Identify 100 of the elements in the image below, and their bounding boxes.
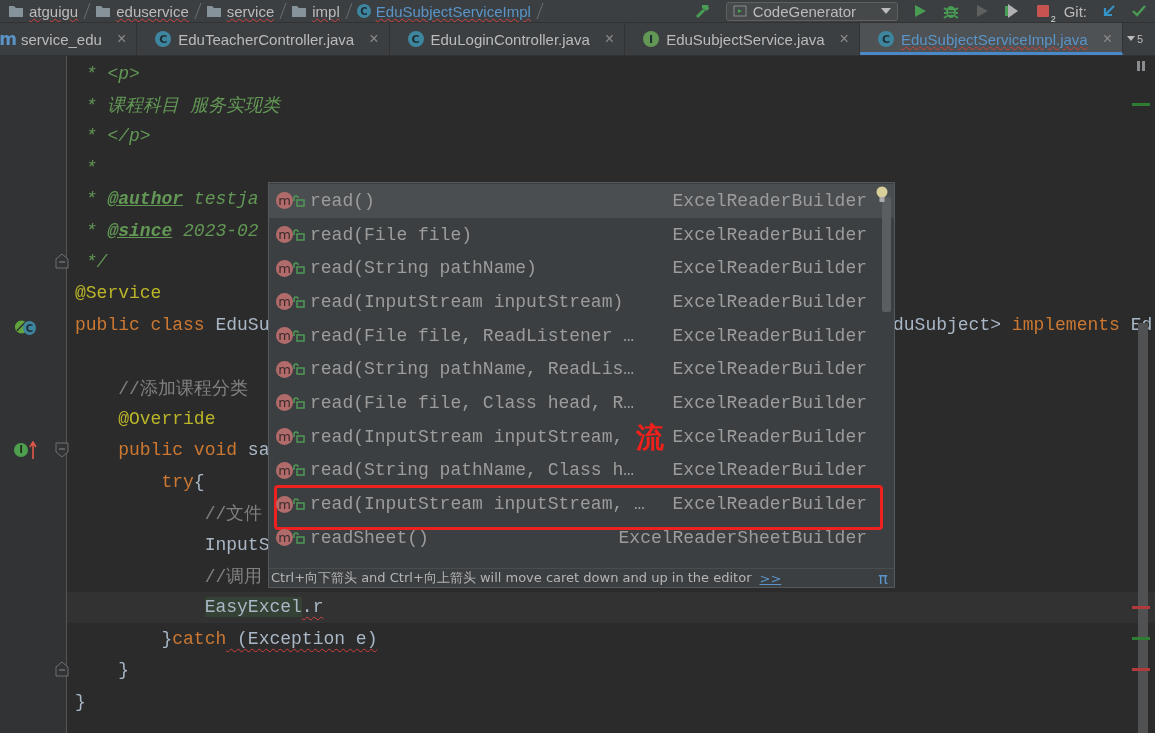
code-line: @Service — [75, 283, 162, 304]
annotation-text: 流 — [636, 420, 664, 456]
pi-icon[interactable]: π — [878, 568, 888, 588]
editor-tab[interactable]: I EduSubjectService.java × — [625, 23, 860, 55]
code-line: //添加课程分类 — [118, 377, 248, 400]
method-icon: m — [276, 259, 293, 277]
hidden-tabs-count[interactable]: 5 — [1137, 33, 1144, 45]
interface-icon: I — [643, 31, 660, 47]
code-line: public class EduSu — [75, 314, 270, 335]
editor-tab[interactable]: C EduTeacherController.java × — [137, 23, 390, 55]
return-type: ExcelReaderBuilder — [672, 460, 867, 481]
error-stripe-mark[interactable] — [1132, 103, 1150, 107]
hammer-icon — [693, 2, 712, 20]
close-icon[interactable]: × — [839, 30, 849, 48]
lock-icon — [293, 464, 305, 477]
run-config-dropdown[interactable]: CodeGenerator — [725, 1, 898, 21]
method-icon: m — [276, 394, 293, 412]
scrollbar[interactable] — [882, 197, 891, 312]
close-icon[interactable]: × — [369, 30, 379, 48]
code-line: try{ — [161, 471, 205, 492]
lock-icon — [293, 262, 305, 275]
editor-tab[interactable]: C EduSubjectServiceImpl.java × — [859, 23, 1124, 55]
return-type: ExcelReaderBuilder — [672, 359, 867, 380]
lock-icon — [293, 329, 305, 342]
arrow-icon — [1101, 3, 1117, 19]
return-type: ExcelReaderBuilder — [672, 494, 867, 515]
lightbulb-icon — [875, 186, 889, 204]
return-type: ExcelReaderBuilder — [672, 190, 867, 211]
method-icon: m — [276, 293, 293, 311]
class-icon: C — [407, 31, 424, 47]
chevron-icon — [535, 2, 544, 20]
return-type: ExcelReaderBuilder — [672, 392, 867, 413]
lock-icon — [293, 531, 305, 544]
completion-item[interactable]: read() — [310, 190, 375, 211]
return-type: ExcelReaderBuilder — [672, 291, 867, 312]
completion-item[interactable]: readSheet() — [310, 527, 429, 548]
close-icon[interactable]: × — [1102, 30, 1113, 48]
close-icon[interactable]: × — [604, 30, 615, 48]
process-count-label: 2 — [1050, 14, 1056, 24]
breadcrumb-item[interactable]: eduservice — [116, 2, 189, 20]
more-link[interactable]: >> — [759, 570, 782, 586]
code-line: * @author testja — [85, 189, 259, 210]
completion-item[interactable]: read(File file, ReadListener … — [310, 325, 635, 346]
code-line: } — [75, 691, 86, 712]
arrow-drawing — [29, 440, 37, 459]
breadcrumb-item[interactable]: impl — [312, 2, 340, 20]
folder-icon — [8, 4, 24, 18]
error-stripe-mark[interactable] — [1132, 668, 1150, 672]
return-type: ExcelReaderBuilder — [672, 258, 867, 279]
lock-icon — [293, 194, 305, 207]
class-icon: C — [155, 31, 172, 47]
completion-item[interactable]: read(String pathName, Class h… — [310, 460, 635, 481]
chevron-icon — [344, 2, 353, 20]
hint-text: Ctrl+向下箭头 and Ctrl+向上箭头 will move caret down and up in the editor — [271, 569, 752, 587]
breadcrumb-item[interactable]: EduSubjectServiceImpl — [375, 2, 531, 20]
close-icon[interactable]: × — [116, 30, 127, 48]
completion-item[interactable]: read(String pathName, ReadLis… — [310, 359, 635, 380]
completion-item[interactable]: read(InputStream inputStream, — [310, 426, 624, 447]
fold-start-icon[interactable] — [55, 441, 69, 458]
completion-item[interactable]: read(InputStream inputStream, … — [310, 494, 645, 515]
code-line: //调用 — [204, 565, 263, 588]
chevron-icon — [279, 2, 288, 20]
completion-item[interactable]: read(File file, Class head, R… — [310, 392, 635, 413]
editor-tab[interactable]: C EduLoginController.java × — [389, 23, 626, 55]
code-line: //文件 — [204, 503, 263, 526]
vcs-label: Git: — [1063, 2, 1087, 20]
folder-icon — [205, 4, 222, 18]
code-line: public void sa — [118, 440, 270, 461]
class-icon: C — [877, 31, 894, 47]
caret-icon — [1127, 36, 1136, 42]
code-line: EasyExcel.r — [204, 597, 324, 618]
inspection-icon — [1136, 60, 1146, 72]
code-line: @Override — [118, 409, 216, 429]
return-type: ExcelReaderSheetBuilder — [618, 527, 867, 548]
editor-tab[interactable]: m service_edu × — [0, 23, 138, 55]
chevron-icon — [193, 2, 202, 20]
code-line: * </p> — [85, 126, 151, 147]
lock-icon — [293, 295, 305, 308]
lock-icon — [293, 228, 305, 241]
code-line: * <p> — [85, 63, 140, 84]
fold-end-icon[interactable] — [55, 253, 69, 270]
method-icon: m — [276, 529, 293, 547]
completion-item[interactable]: read(File file) — [310, 224, 473, 245]
method-icon: m — [276, 327, 293, 345]
breadcrumb-item[interactable]: atguigu — [29, 2, 79, 20]
method-icon: m — [276, 461, 293, 479]
method-icon: m — [276, 192, 293, 210]
method-icon: m — [276, 226, 293, 244]
config-icon — [732, 5, 747, 17]
breadcrumb-item[interactable]: service — [226, 2, 275, 20]
module-icon: m — [2, 31, 14, 47]
fold-end-icon[interactable] — [55, 661, 69, 678]
lock-icon — [293, 396, 305, 409]
completion-item[interactable]: read(InputStream inputStream) — [310, 291, 624, 312]
error-stripe-mark[interactable] — [1132, 637, 1150, 641]
code-line: */ — [85, 252, 108, 273]
completion-item[interactable]: read(String pathName) — [310, 258, 537, 279]
class-icon: C — [356, 4, 371, 18]
error-stripe-mark[interactable] — [1132, 605, 1150, 609]
method-icon: m — [276, 495, 293, 513]
